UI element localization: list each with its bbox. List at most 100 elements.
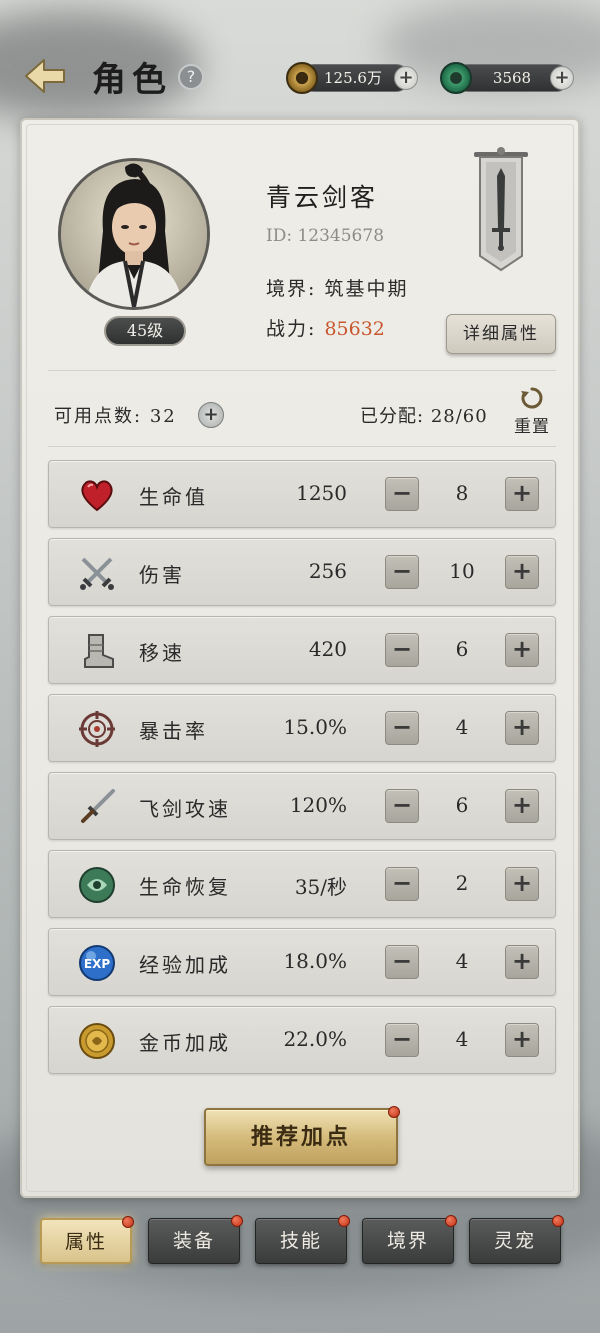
notification-dot [552, 1215, 564, 1227]
stat-name: 生命恢复 [139, 875, 231, 899]
jade-gem-icon [440, 62, 472, 94]
add-gold-button[interactable]: + [394, 66, 418, 90]
increase-health-button[interactable]: + [505, 477, 539, 511]
points-row: 可用点数: 32 + 已分配: 28/60 重置 [22, 382, 582, 442]
decrease-sword-speed-button[interactable]: − [385, 789, 419, 823]
stat-allocated: 4 [455, 715, 469, 739]
exp-icon-text: EXP [84, 957, 110, 971]
bottom-tabs: 属性 装备 技能 境界 灵宠 [0, 1215, 600, 1272]
notification-dot [231, 1215, 243, 1227]
allocated-points-value: 28/60 [430, 406, 488, 427]
power-value: 85632 [324, 318, 385, 340]
tab-label: 装备 [172, 1230, 215, 1252]
reset-icon [521, 387, 543, 409]
stat-value: 256 [308, 559, 347, 583]
stat-value: 1250 [296, 481, 347, 505]
increase-damage-button[interactable]: + [505, 555, 539, 589]
recommend-label: 推荐加点 [250, 1124, 351, 1150]
stat-row-speed: 移速 420 − 6 + [48, 616, 556, 684]
divider [48, 370, 556, 371]
recommend-points-button[interactable]: 推荐加点 [204, 1106, 400, 1166]
allocated-points: 已分配: 28/60 [360, 402, 488, 428]
notification-dot [445, 1215, 457, 1227]
decrease-health-button[interactable]: − [385, 477, 419, 511]
tab-label: 境界 [386, 1230, 429, 1252]
detail-attributes-button[interactable]: 详细属性 [446, 314, 556, 354]
tab-realm[interactable]: 境界 [362, 1215, 457, 1264]
stat-allocated: 4 [455, 1027, 469, 1051]
stat-value: 35/秒 [294, 875, 347, 899]
realm-label: 境界: [266, 278, 317, 300]
tab-spirit-pet[interactable]: 灵宠 [469, 1215, 564, 1264]
add-jade-button[interactable]: + [550, 66, 574, 90]
increase-sword-speed-button[interactable]: + [505, 789, 539, 823]
stat-name: 生命值 [139, 485, 208, 509]
stat-value: 22.0% [283, 1027, 347, 1051]
increase-regen-button[interactable]: + [505, 867, 539, 901]
sword-banner-icon[interactable] [470, 146, 532, 274]
available-points: 可用点数: 32 [54, 402, 177, 428]
tab-equipment[interactable]: 装备 [148, 1215, 243, 1264]
stat-value: 120% [289, 793, 347, 817]
crossed-swords-icon [77, 553, 117, 593]
back-button[interactable] [22, 56, 68, 96]
help-icon[interactable]: ? [178, 64, 204, 90]
power-label: 战力: [266, 318, 317, 340]
realm-line: 境界: 筑基中期 [266, 274, 408, 301]
stat-allocated: 6 [455, 793, 469, 817]
decrease-crit-button[interactable]: − [385, 711, 419, 745]
stat-allocated: 4 [455, 949, 469, 973]
notification-dot [122, 1216, 134, 1228]
stat-name: 飞剑攻速 [139, 797, 231, 821]
stat-allocated: 8 [455, 481, 469, 505]
avatar[interactable] [58, 158, 210, 310]
allocated-points-label: 已分配: [360, 406, 425, 427]
tab-label: 属性 [64, 1231, 107, 1253]
stat-row-sword-speed: 飞剑攻速 120% − 6 + [48, 772, 556, 840]
divider [48, 446, 556, 447]
level-badge: 45级 [104, 316, 186, 346]
stat-row-crit: 暴击率 15.0% − 4 + [48, 694, 556, 762]
increase-gold-button[interactable]: + [505, 1023, 539, 1057]
realm-value: 筑基中期 [324, 278, 409, 300]
decrease-damage-button[interactable]: − [385, 555, 419, 589]
decrease-exp-button[interactable]: − [385, 945, 419, 979]
exp-orb-icon: EXP [77, 943, 117, 983]
stat-value: 18.0% [283, 949, 347, 973]
copper-coin-icon [286, 62, 318, 94]
jade-amount: 3568 [492, 69, 532, 87]
stat-name: 经验加成 [139, 953, 231, 977]
tab-attributes[interactable]: 属性 [40, 1216, 134, 1264]
character-name: 青云剑客 [266, 183, 379, 212]
stat-row-regen: 生命恢复 35/秒 − 2 + [48, 850, 556, 918]
jade-orb-icon [77, 865, 117, 905]
stat-name: 金币加成 [139, 1031, 231, 1055]
character-portrait-icon [61, 161, 207, 307]
tab-label: 技能 [279, 1230, 322, 1252]
reset-button[interactable]: 重置 [510, 386, 554, 438]
increase-crit-button[interactable]: + [505, 711, 539, 745]
jade-currency: 3568 + [440, 62, 580, 94]
flying-sword-icon [77, 787, 117, 827]
decrease-speed-button[interactable]: − [385, 633, 419, 667]
gold-currency: 125.6万 + [286, 62, 420, 94]
gold-coin-icon [77, 1021, 117, 1061]
stat-name: 暴击率 [139, 719, 208, 743]
top-bar: 角色 ? 125.6万 + 3568 + [0, 46, 600, 110]
add-points-button[interactable]: + [198, 402, 224, 428]
notification-dot [388, 1106, 400, 1118]
stat-row-health: 生命值 1250 − 8 + [48, 460, 556, 528]
increase-speed-button[interactable]: + [505, 633, 539, 667]
reset-label: 重置 [514, 417, 550, 437]
available-points-value: 32 [149, 406, 177, 427]
tab-skills[interactable]: 技能 [255, 1215, 350, 1264]
available-points-label: 可用点数: [54, 406, 143, 427]
stat-row-exp: EXP 经验加成 18.0% − 4 + [48, 928, 556, 996]
boot-icon [77, 631, 117, 671]
decrease-gold-button[interactable]: − [385, 1023, 419, 1057]
increase-exp-button[interactable]: + [505, 945, 539, 979]
heart-icon [77, 475, 117, 515]
decrease-regen-button[interactable]: − [385, 867, 419, 901]
notification-dot [338, 1215, 350, 1227]
character-panel: 45级 青云剑客 ID: 12345678 境界: 筑基中期 战力: 85632… [20, 118, 580, 1198]
